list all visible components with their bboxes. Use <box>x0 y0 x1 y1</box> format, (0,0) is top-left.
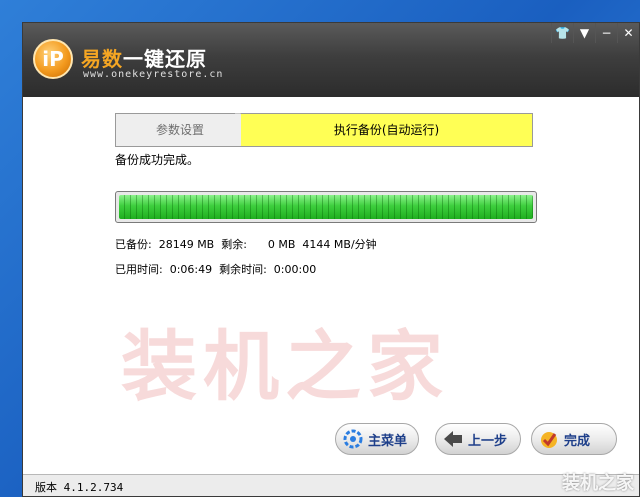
step-execute-backup: 执行备份(自动运行) <box>241 113 533 147</box>
app-window: iP 易数一键还原 www.onekeyrestore.cn 👕 ▼ − ✕ 参… <box>22 22 640 497</box>
app-title: 易数一键还原 <box>81 43 207 72</box>
main-menu-label: 主菜单 <box>368 433 408 449</box>
app-title-brand: 易数 <box>81 47 123 71</box>
step-indicator: 参数设置 执行备份(自动运行) <box>115 113 533 147</box>
finish-label: 完成 <box>564 433 591 449</box>
finish-button[interactable]: 完成 <box>531 423 617 455</box>
stats-row-time: 已用时间: 0:06:49 剩余时间: 0:00:00 <box>115 263 317 276</box>
title-bar: iP 易数一键还原 www.onekeyrestore.cn 👕 ▼ − ✕ <box>23 23 639 97</box>
close-button[interactable]: ✕ <box>617 23 639 43</box>
checkmark-icon <box>541 432 557 448</box>
minimize-button[interactable]: − <box>595 23 617 43</box>
progress-bar <box>115 191 537 223</box>
watermark-text: 装机之家 <box>121 322 449 411</box>
progress-fill <box>119 195 533 219</box>
skin-icon[interactable]: 👕 <box>551 23 573 43</box>
corner-watermark: 装机之家 <box>562 473 634 494</box>
back-button[interactable]: 上一步 <box>435 423 521 455</box>
refresh-icon <box>343 429 363 449</box>
step-parameter-settings: 参数设置 <box>115 113 241 147</box>
backup-stats: 已备份: 28149 MB 剩余: 0 MB 4144 MB/分钟 已用时间: … <box>115 236 377 288</box>
version-label: 版本 4.1.2.734 <box>35 481 124 494</box>
menu-dropdown-icon[interactable]: ▼ <box>573 23 595 43</box>
stats-row-size: 已备份: 28149 MB 剩余: 0 MB 4144 MB/分钟 <box>115 238 377 251</box>
back-arrow-icon <box>444 431 462 447</box>
app-logo-icon: iP <box>33 39 73 79</box>
status-message: 备份成功完成。 <box>115 153 200 167</box>
window-controls: 👕 ▼ − ✕ <box>551 23 639 43</box>
app-url: www.onekeyrestore.cn <box>83 69 224 80</box>
status-bar: 版本 4.1.2.734 <box>23 474 639 496</box>
logo-text: iP <box>42 47 64 71</box>
app-title-rest: 一键还原 <box>123 47 207 71</box>
main-menu-button[interactable]: 主菜单 <box>335 423 419 455</box>
back-label: 上一步 <box>468 433 508 449</box>
